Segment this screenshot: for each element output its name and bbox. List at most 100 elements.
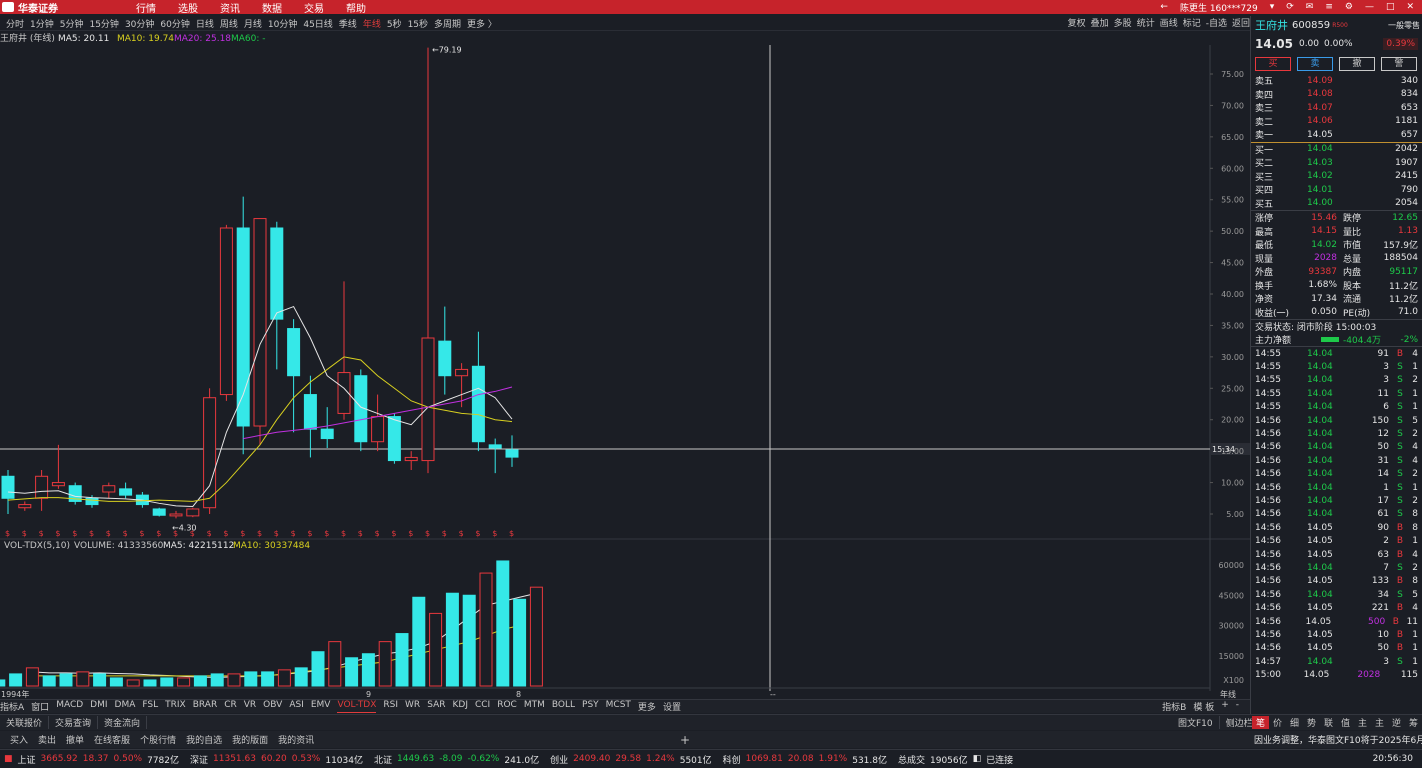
indicator-22[interactable]: PSY <box>582 700 599 713</box>
bids-level[interactable]: 买二 14.03 1907 <box>1255 156 1418 170</box>
maximize-icon[interactable]: □ <box>1386 2 1395 12</box>
indicator-25[interactable]: 设置 <box>663 700 681 713</box>
panel-tab-2[interactable]: 细 <box>1286 716 1303 729</box>
asks-level[interactable]: 卖三 14.07 653 <box>1255 101 1418 115</box>
minimize-icon[interactable]: — <box>1365 2 1374 12</box>
action-6[interactable]: 我的版面 <box>232 733 268 747</box>
asks-level[interactable]: 卖二 14.06 1181 <box>1255 115 1418 129</box>
period-12[interactable]: 年线 <box>363 17 381 30</box>
period-15[interactable]: 多周期 <box>434 17 461 30</box>
indicator-1[interactable]: 窗口 <box>31 700 49 713</box>
indicator-0[interactable]: 指标A <box>0 700 24 713</box>
menu-item-1[interactable]: 选股 <box>178 0 198 15</box>
settings-icon[interactable]: ⚙ <box>1345 2 1353 12</box>
indicator-13[interactable]: VOL-TDX <box>337 700 377 713</box>
index-sh-label[interactable]: 上证 <box>18 753 36 766</box>
dropdown-icon[interactable]: ▾ <box>1270 2 1275 12</box>
index-cy-label[interactable]: 创业 <box>550 753 568 766</box>
period-8[interactable]: 月线 <box>244 17 262 30</box>
tab-right-0[interactable]: 图文F10 <box>1172 716 1220 729</box>
close-icon[interactable]: ✕ <box>1406 2 1414 12</box>
chart-canvas[interactable]: 王府井 (年线) MA5: 20.11 MA10: 19.74 MA20: 25.18… <box>0 31 1250 699</box>
menu-item-5[interactable]: 帮助 <box>346 0 366 15</box>
chart-tool-5[interactable]: 标记 <box>1183 16 1201 29</box>
period-9[interactable]: 10分钟 <box>268 17 297 30</box>
period-6[interactable]: 日线 <box>196 17 214 30</box>
menu-item-2[interactable]: 资讯 <box>220 0 240 15</box>
indicator-14[interactable]: RSI <box>383 700 398 713</box>
bids-level[interactable]: 买一 14.04 2042 <box>1255 143 1418 157</box>
asks-level[interactable]: 卖一 14.05 657 <box>1255 128 1418 142</box>
kline-chart[interactable]: 王府井 (年线) MA5: 20.11 MA10: 19.74 MA20: 25.18… <box>0 31 1250 699</box>
chart-tool-1[interactable]: 叠加 <box>1091 16 1109 29</box>
indicator-17[interactable]: KDJ <box>452 700 468 713</box>
indicator-6[interactable]: TRIX <box>165 700 186 713</box>
indicator-right-3[interactable]: - <box>1236 700 1239 713</box>
period-0[interactable]: 分时 <box>6 17 24 30</box>
indicator-10[interactable]: OBV <box>263 700 282 713</box>
action-3[interactable]: 在线客服 <box>94 733 130 747</box>
panel-tab-7[interactable]: 主 <box>1371 716 1388 729</box>
indicator-7[interactable]: BRAR <box>193 700 217 713</box>
indicator-15[interactable]: WR <box>405 700 420 713</box>
panel-tab-8[interactable]: 逆 <box>1388 716 1405 729</box>
indicator-4[interactable]: DMA <box>115 700 136 713</box>
indicator-3[interactable]: DMI <box>90 700 107 713</box>
indicator-5[interactable]: FSL <box>142 700 158 713</box>
period-10[interactable]: 45日线 <box>303 17 332 30</box>
panel-tab-5[interactable]: 值 <box>1337 716 1354 729</box>
indicator-right-1[interactable]: 模 板 <box>1193 700 1214 713</box>
chart-tool-3[interactable]: 统计 <box>1137 16 1155 29</box>
period-16[interactable]: 更多 〉 <box>467 17 497 30</box>
indicator-20[interactable]: MTM <box>524 700 545 713</box>
period-1[interactable]: 1分钟 <box>30 17 54 30</box>
menu-item-0[interactable]: 行情 <box>136 0 156 15</box>
menu-item-3[interactable]: 数据 <box>262 0 282 15</box>
bids-level[interactable]: 买三 14.02 2415 <box>1255 170 1418 184</box>
panel-tab-4[interactable]: 联 <box>1320 716 1337 729</box>
chart-tool-6[interactable]: -自选 <box>1206 16 1227 29</box>
period-2[interactable]: 5分钟 <box>60 17 84 30</box>
bids-level[interactable]: 买四 14.01 790 <box>1255 183 1418 197</box>
chart-tool-7[interactable]: 返回 <box>1232 16 1250 29</box>
trade-button-2[interactable]: 撤 <box>1339 57 1375 71</box>
chart-tool-0[interactable]: 复权 <box>1068 16 1086 29</box>
action-7[interactable]: 我的资讯 <box>278 733 314 747</box>
indicator-12[interactable]: EMV <box>311 700 331 713</box>
user-name[interactable]: 陈更生 160***729 <box>1180 1 1258 14</box>
indicator-9[interactable]: VR <box>244 700 256 713</box>
period-14[interactable]: 15秒 <box>408 17 428 30</box>
panel-tab-3[interactable]: 势 <box>1303 716 1320 729</box>
indicator-16[interactable]: SAR <box>427 700 445 713</box>
indicator-2[interactable]: MACD <box>56 700 83 713</box>
period-13[interactable]: 5秒 <box>387 17 402 30</box>
refresh-icon[interactable]: ⟳ <box>1286 2 1294 12</box>
panel-tab-9[interactable]: 筹 <box>1405 716 1422 729</box>
action-2[interactable]: 撤单 <box>66 733 84 747</box>
chart-tool-4[interactable]: 画线 <box>1160 16 1178 29</box>
indicator-19[interactable]: ROC <box>497 700 517 713</box>
panel-tab-0[interactable]: 笔 <box>1252 716 1269 729</box>
panel-tab-1[interactable]: 价 <box>1269 716 1286 729</box>
menu-icon[interactable]: ≡ <box>1325 2 1333 12</box>
indicator-24[interactable]: 更多 <box>638 700 656 713</box>
indicator-right-2[interactable]: + <box>1221 700 1229 713</box>
action-8[interactable]: + <box>680 733 690 747</box>
bottom-tab-0[interactable]: 关联报价 <box>0 716 50 729</box>
mail-icon[interactable]: ✉ <box>1306 2 1314 12</box>
chart-tool-2[interactable]: 多股 <box>1114 16 1132 29</box>
bottom-tab-2[interactable]: 资金流向 <box>98 716 148 729</box>
indicator-11[interactable]: ASI <box>289 700 304 713</box>
action-1[interactable]: 卖出 <box>38 733 56 747</box>
menu-item-4[interactable]: 交易 <box>304 0 324 15</box>
trade-button-3[interactable]: 警 <box>1381 57 1417 71</box>
period-5[interactable]: 60分钟 <box>160 17 189 30</box>
period-4[interactable]: 30分钟 <box>125 17 154 30</box>
period-11[interactable]: 季线 <box>339 17 357 30</box>
trade-button-1[interactable]: 卖 <box>1297 57 1333 71</box>
period-7[interactable]: 周线 <box>220 17 238 30</box>
panel-tab-6[interactable]: 主 <box>1354 716 1371 729</box>
sector-name[interactable]: 一般零售 <box>1388 20 1420 31</box>
index-kc-label[interactable]: 科创 <box>723 753 741 766</box>
asks-level[interactable]: 卖四 14.08 834 <box>1255 88 1418 102</box>
